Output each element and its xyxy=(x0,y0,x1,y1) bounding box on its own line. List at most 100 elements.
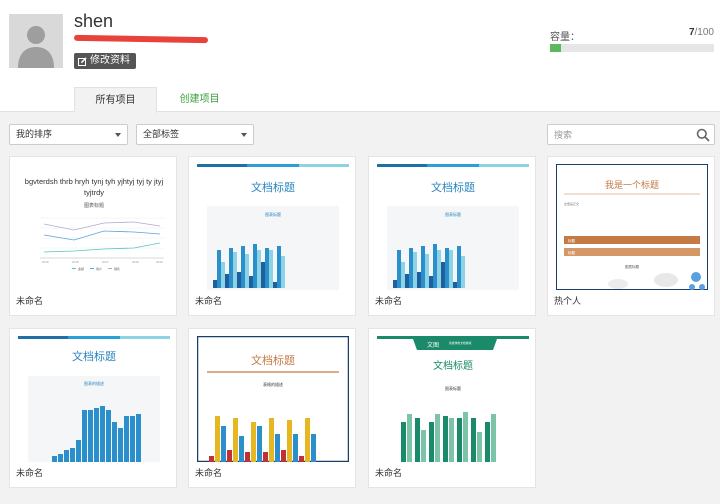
redaction-mark xyxy=(73,34,209,44)
tag-select[interactable]: 全部标签 xyxy=(136,124,254,145)
thumb-bar xyxy=(124,416,129,462)
project-name[interactable]: 未命名 xyxy=(16,466,43,479)
search-box[interactable] xyxy=(547,124,715,145)
thumb-bar xyxy=(435,414,440,462)
project-thumbnail[interactable]: 文档标题 表格的描述 xyxy=(197,336,349,462)
project-card[interactable]: 我是一个标题 这里是正文 标题 标题 图表标题 热个人 xyxy=(547,156,715,316)
project-card[interactable]: 文档标题 图表标题 未命名 xyxy=(368,156,536,316)
project-card[interactable]: bgvterdsh thrb hryh tynj tyh yjhtyj tyj … xyxy=(9,156,177,316)
project-name[interactable]: 未命名 xyxy=(16,294,43,307)
svg-text:2016: 2016 xyxy=(72,260,79,264)
project-card[interactable]: 文档标题 图表标题 未命名 xyxy=(188,156,356,316)
avatar[interactable] xyxy=(9,14,63,68)
tab-create-project[interactable]: 创建项目 xyxy=(158,87,241,113)
thumb-bar xyxy=(52,456,57,462)
thumb-bar xyxy=(293,434,298,462)
thumb-bar xyxy=(485,422,490,462)
thumb-bar xyxy=(88,410,93,462)
project-name[interactable]: 未命名 xyxy=(375,466,402,479)
thumb-bar xyxy=(233,418,238,462)
thumb-title: 文档标题 xyxy=(433,359,473,372)
svg-text:2017: 2017 xyxy=(102,260,109,264)
bar-chart-thumbnail: 文档标题 图表标题 xyxy=(197,164,349,290)
thumb-bar xyxy=(100,406,105,462)
project-name[interactable]: 热个人 xyxy=(554,294,581,307)
project-card[interactable]: 文档标题 图表的描述 未命名 xyxy=(9,328,177,488)
project-thumbnail[interactable]: 文档标题 图表标题 xyxy=(377,164,529,290)
tab-all-projects[interactable]: 所有项目 xyxy=(74,87,157,113)
project-name[interactable]: 未命名 xyxy=(375,294,402,307)
bar-chart-thumbnail: 文档标题 图表的描述 xyxy=(18,336,170,462)
legend-2: 用户 xyxy=(96,266,102,271)
project-name[interactable]: 未命名 xyxy=(195,466,222,479)
thumb-bar xyxy=(273,282,277,288)
thumb-bar xyxy=(421,430,426,462)
thumb-bar xyxy=(461,256,465,288)
thumb-bar xyxy=(449,250,453,288)
project-thumbnail[interactable]: 我是一个标题 这里是正文 标题 标题 图表标题 xyxy=(556,164,708,290)
chevron-down-icon xyxy=(115,133,121,137)
project-name[interactable]: 未命名 xyxy=(195,294,222,307)
thumb-bar-1: 标题 xyxy=(568,238,576,243)
thumb-brand-sub: 新媒体的文档排版 xyxy=(449,341,472,345)
search-icon[interactable] xyxy=(696,128,710,142)
thumb-bar xyxy=(233,252,237,288)
thumb-bar xyxy=(118,428,123,462)
thumb-bar xyxy=(441,262,445,288)
bar-chart-thumbnail: 文图 新媒体的文档排版 文档标题 图表标题 xyxy=(377,336,529,462)
thumb-bar xyxy=(217,250,221,288)
capacity-bar-fill xyxy=(550,44,562,52)
thumb-bar xyxy=(221,426,226,462)
thumb-title: 文档标题 xyxy=(251,353,295,367)
thumb-bar xyxy=(477,432,482,462)
thumb-bar xyxy=(82,410,87,462)
thumb-title: 我是一个标题 xyxy=(605,179,659,190)
capacity-value: 7/100 xyxy=(689,27,714,38)
thumb-bar xyxy=(491,414,496,462)
svg-text:2015: 2015 xyxy=(42,260,49,264)
search-input[interactable] xyxy=(554,128,694,142)
thumb-bar xyxy=(239,436,244,462)
legend-3: 销售 xyxy=(114,266,120,271)
sort-select[interactable]: 我的排序 xyxy=(9,124,128,145)
svg-text:2019: 2019 xyxy=(156,260,163,264)
user-silhouette-icon xyxy=(9,14,63,68)
project-card[interactable]: 文档标题 表格的描述 未命名 xyxy=(188,328,356,488)
chevron-down-icon xyxy=(241,133,247,137)
project-thumbnail[interactable]: 文档标题 图表的描述 xyxy=(18,336,170,462)
thumb-subtitle: 图表标题 xyxy=(445,385,461,391)
project-card[interactable]: 文图 新媒体的文档排版 文档标题 图表标题 未命名 xyxy=(368,328,536,488)
thumb-bar xyxy=(409,248,413,288)
thumb-bar xyxy=(397,250,401,288)
thumb-bar xyxy=(429,422,434,462)
thumb-caption: 图表标题 xyxy=(625,264,639,269)
project-thumbnail[interactable]: 文图 新媒体的文档排版 文档标题 图表标题 xyxy=(377,336,529,462)
bar-chart-thumbnail: 文档标题 图表标题 xyxy=(377,164,529,290)
thumb-bar xyxy=(305,418,310,462)
thumb-bar xyxy=(58,454,63,462)
svg-text:2018: 2018 xyxy=(132,260,139,264)
thumb-bar xyxy=(457,246,461,288)
thumb-bar xyxy=(130,416,135,462)
thumb-bar xyxy=(457,418,462,462)
thumb-bar xyxy=(281,450,286,462)
bar-chart-thumbnail: 文档标题 表格的描述 xyxy=(197,336,349,462)
thumb-bar xyxy=(249,276,253,288)
project-thumbnail[interactable]: bgvterdsh thrb hryh tynj tyh yjhtyj tyj … xyxy=(18,164,170,290)
thumb-bar xyxy=(209,456,214,462)
thumb-subtitle: 图表的描述 xyxy=(84,380,104,386)
thumb-bar xyxy=(261,262,265,288)
project-thumbnail[interactable]: 文档标题 图表标题 xyxy=(197,164,349,290)
thumb-subtitle: 图表标题 xyxy=(445,211,461,217)
thumb-bar xyxy=(437,250,441,288)
edit-profile-button[interactable]: 修改资料 xyxy=(74,53,136,69)
thumb-bar xyxy=(94,408,99,462)
edit-icon xyxy=(78,56,87,66)
thumb-bar xyxy=(407,414,412,462)
thumb-bar xyxy=(401,262,405,288)
thumb-bar xyxy=(401,422,406,462)
capacity-bar xyxy=(550,44,714,52)
thumb-bar xyxy=(421,246,425,288)
thumb-brand: 文图 xyxy=(427,341,439,349)
line-chart-thumbnail: 2015 2016 2017 2018 2019 金额 用户 销售 xyxy=(40,217,164,271)
